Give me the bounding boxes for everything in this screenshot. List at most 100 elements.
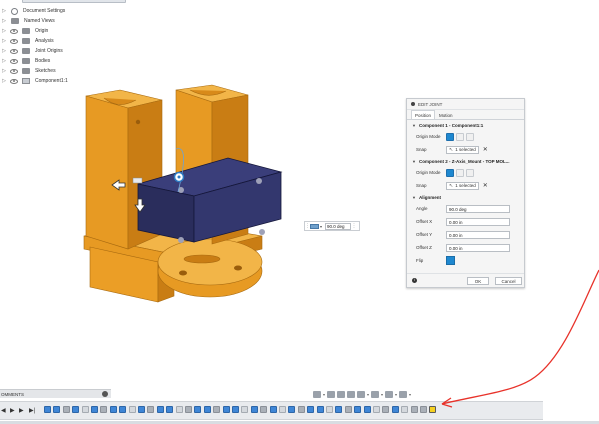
timeline-end-icon[interactable]: ▶| [29, 407, 35, 414]
chevron-down-icon[interactable]: ▾ [381, 392, 383, 397]
timeline-feature-icon[interactable] [44, 406, 51, 413]
timeline-feature-icon[interactable] [213, 406, 221, 413]
timeline-feature-icon[interactable] [297, 406, 305, 413]
chevron-down-icon[interactable]: ▾ [320, 224, 322, 229]
timeline-feature-icon[interactable] [62, 406, 70, 413]
angle-value-field[interactable]: 90.0 deg [325, 222, 352, 230]
timeline-feature-icon[interactable] [91, 406, 98, 413]
timeline-feature-icon[interactable] [316, 406, 324, 413]
chevron-down-icon[interactable]: ▾ [367, 392, 369, 397]
visibility-eye-icon[interactable] [10, 68, 18, 74]
snap-select-button[interactable]: ↖ 1 selected [446, 145, 479, 154]
zoom-icon[interactable] [346, 390, 355, 398]
section-component1[interactable]: ▼ Component 1 - Component1:1 [407, 120, 524, 130]
more-options-icon[interactable]: ⋮ [351, 223, 357, 229]
offset-y-field[interactable]: 0.00 in [446, 230, 510, 239]
timeline-feature-icon[interactable] [288, 406, 296, 413]
origin-mode-simple-button[interactable] [446, 132, 454, 141]
timeline-feature-icon[interactable] [119, 406, 127, 413]
help-icon[interactable]: i [412, 278, 417, 283]
chevron-down-icon[interactable]: ▾ [323, 392, 325, 397]
expand-arrow-icon[interactable]: ▷ [1, 58, 7, 64]
tab-motion[interactable]: Motion [435, 110, 457, 119]
add-comment-icon[interactable] [102, 391, 108, 397]
timeline-feature-icon[interactable] [250, 406, 258, 413]
timeline-feature-icon[interactable] [109, 406, 117, 413]
timeline-feature-icon[interactable] [232, 406, 239, 413]
drag-grip-icon[interactable]: ⋮ [305, 223, 310, 229]
expand-arrow-icon[interactable]: ▷ [1, 48, 7, 54]
timeline-feature-icon[interactable] [147, 406, 155, 413]
model-viewport[interactable] [78, 84, 293, 306]
collapse-triangle-icon[interactable]: ▼ [412, 123, 416, 128]
timeline-feature-icon[interactable] [382, 406, 390, 413]
fit-icon[interactable] [356, 390, 365, 398]
timeline-feature-icon[interactable] [344, 406, 352, 413]
browser-item-bodies[interactable]: ▷ Bodies [0, 56, 120, 66]
origin-mode-between-button[interactable] [456, 168, 464, 177]
visibility-eye-icon[interactable] [10, 58, 18, 64]
timeline-feature-icon[interactable] [391, 406, 399, 413]
timeline-feature-icon[interactable] [363, 406, 371, 413]
timeline-feature-icon[interactable] [81, 406, 89, 413]
section-alignment[interactable]: ▼ Alignment [407, 192, 524, 202]
collapse-triangle-icon[interactable]: ▼ [412, 195, 416, 200]
timeline-feature-icon[interactable] [194, 406, 202, 413]
browser-item-sketches[interactable]: ▷ Sketches [0, 66, 120, 76]
timeline-feature-icon[interactable] [354, 406, 362, 413]
expand-arrow-icon[interactable]: ▷ [1, 18, 7, 24]
expand-arrow-icon[interactable]: ▷ [1, 8, 7, 14]
angle-icon[interactable] [310, 223, 319, 229]
ok-button[interactable]: OK [467, 277, 489, 285]
timeline-feature-icon[interactable] [241, 406, 249, 413]
origin-mode-between-button[interactable] [456, 132, 464, 141]
browser-item-analysis[interactable]: ▷ Analysis [0, 36, 120, 46]
timeline-feature-icon[interactable] [279, 406, 286, 413]
collapse-triangle-icon[interactable]: ▼ [412, 159, 416, 164]
origin-mode-twofaces-button[interactable] [466, 168, 474, 177]
panel-header[interactable]: EDIT JOINT [407, 99, 524, 110]
expand-arrow-icon[interactable]: ▷ [1, 78, 7, 84]
timeline-feature-icon[interactable] [166, 406, 174, 413]
visibility-eye-icon[interactable] [10, 78, 18, 84]
timeline-feature-icon[interactable] [138, 406, 145, 413]
clear-selection-icon[interactable]: ✕ [483, 146, 488, 153]
document-tab[interactable] [0, 0, 126, 4]
visibility-eye-icon[interactable] [10, 38, 18, 44]
expand-arrow-icon[interactable]: ▷ [1, 38, 7, 44]
document-item[interactable] [22, 0, 126, 3]
flip-button[interactable] [446, 256, 455, 265]
offset-x-field[interactable]: 0.00 in [446, 217, 510, 226]
timeline-feature-icon[interactable] [307, 406, 315, 413]
angle-field[interactable]: 90.0 deg [446, 204, 510, 213]
timeline-feature-icon[interactable] [401, 406, 409, 413]
clear-selection-icon[interactable]: ✕ [483, 182, 488, 189]
timeline-joint-feature-icon[interactable] [429, 406, 437, 413]
timeline-feature-icon[interactable] [335, 406, 343, 413]
visibility-eye-icon[interactable] [10, 48, 18, 54]
timeline-forward-icon[interactable]: ▶ [19, 407, 24, 414]
timeline-feature-icon[interactable] [373, 406, 380, 413]
chevron-down-icon[interactable]: ▾ [409, 392, 411, 397]
timeline-feature-icon[interactable] [326, 406, 333, 413]
expand-arrow-icon[interactable]: ▷ [1, 68, 7, 74]
timeline-feature-icon[interactable] [410, 406, 418, 413]
origin-mode-twofaces-button[interactable] [466, 132, 474, 141]
cancel-button[interactable]: Cancel [495, 277, 522, 285]
offset-z-field[interactable]: 0.00 in [446, 243, 510, 252]
timeline-feature-icon[interactable] [156, 406, 164, 413]
timeline-play-icon[interactable]: ▶ [10, 407, 15, 414]
chevron-down-icon[interactable]: ▾ [395, 392, 397, 397]
timeline-feature-icon[interactable] [175, 406, 183, 413]
snap-select-button[interactable]: ↖ 1 selected [446, 181, 479, 190]
timeline-feature-icon[interactable] [260, 406, 268, 413]
visibility-eye-icon[interactable] [10, 28, 18, 34]
timeline-feature-icon[interactable] [185, 406, 192, 413]
timeline-feature-icon[interactable] [420, 406, 427, 413]
section-component2[interactable]: ▼ Component 2 - Z-Axis_Mount - TOP MOL..… [407, 156, 524, 166]
timeline-feature-icon[interactable] [269, 406, 277, 413]
timeline-back-icon[interactable]: ◀ [1, 407, 6, 414]
viewports-icon[interactable] [398, 390, 407, 398]
browser-item-origin[interactable]: ▷ Origin [0, 26, 120, 36]
look-at-icon[interactable] [327, 390, 335, 398]
